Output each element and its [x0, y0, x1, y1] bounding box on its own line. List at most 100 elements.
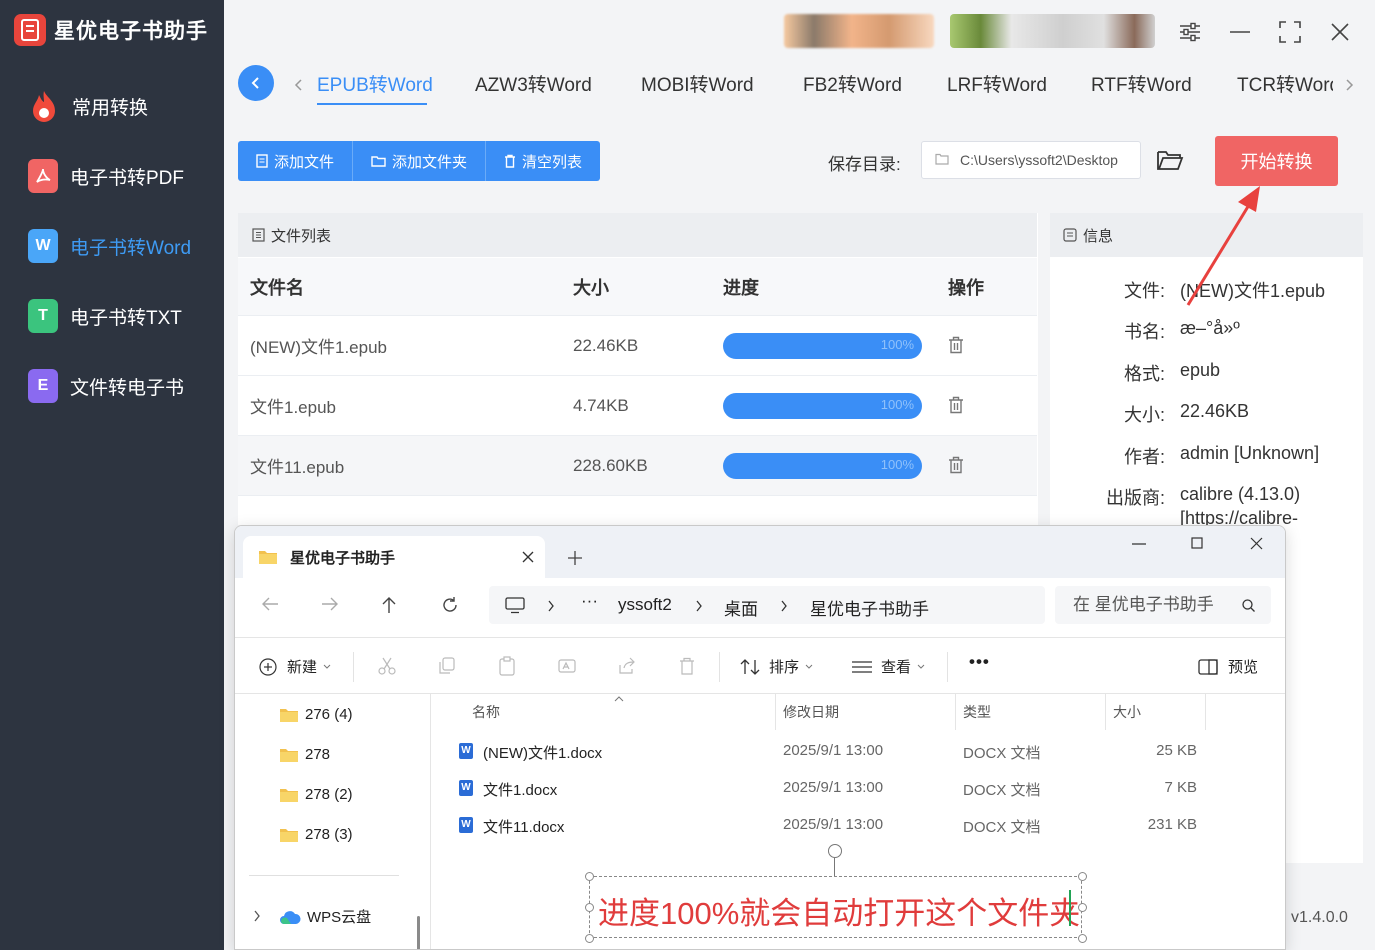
copy-icon[interactable]: [437, 656, 457, 676]
breadcrumb-current[interactable]: 星优电子书助手: [810, 595, 929, 620]
blurred-user-info: [950, 14, 1155, 48]
resize-handle[interactable]: [585, 934, 594, 943]
rotate-handle[interactable]: [828, 844, 842, 858]
settings-icon[interactable]: [1174, 16, 1206, 48]
tab-azw3-word[interactable]: AZW3转Word: [475, 70, 592, 97]
column-header-date[interactable]: 修改日期: [783, 702, 839, 722]
tree-item-label: 278: [305, 746, 331, 763]
close-icon[interactable]: [1250, 537, 1263, 550]
info-value: epub: [1180, 360, 1221, 380]
resize-handle[interactable]: [1078, 934, 1087, 943]
column-header-name[interactable]: 名称: [472, 702, 500, 722]
address-bar[interactable]: ··· yssoft2 桌面 星优电子书助手: [489, 586, 1045, 624]
tree-item-folder[interactable]: 278 (3): [279, 826, 353, 843]
tab-mobi-word[interactable]: MOBI转Word: [641, 70, 754, 97]
view-button[interactable]: 查看: [851, 656, 925, 677]
annotation-text[interactable]: 进度100%就会自动打开这个文件夹: [598, 888, 1080, 933]
table-row[interactable]: 文件11.epub 228.60KB 100%: [238, 436, 1037, 496]
trash-icon[interactable]: [948, 396, 964, 414]
back-button[interactable]: [238, 65, 274, 101]
explorer-tab[interactable]: 星优电子书助手: [243, 536, 545, 578]
add-file-button[interactable]: 添加文件: [238, 141, 354, 181]
close-icon[interactable]: [1324, 16, 1356, 48]
folder-icon: [280, 828, 298, 842]
arrow-left-icon[interactable]: [261, 596, 279, 612]
explorer-search-input[interactable]: 在 星优电子书助手: [1055, 586, 1271, 624]
new-button[interactable]: 新建: [259, 656, 331, 677]
open-folder-icon[interactable]: [1156, 148, 1184, 172]
fire-icon: [28, 88, 60, 124]
tree-item-folder[interactable]: 278: [279, 746, 330, 763]
table-row[interactable]: (NEW)文件1.epub 22.46KB 100%: [238, 316, 1037, 376]
list-item[interactable]: W 文件1.docx 2025/9/1 13:00 DOCX 文档 7 KB: [431, 770, 1285, 806]
arrow-annotation: [1186, 186, 1260, 306]
list-item[interactable]: W 文件11.docx 2025/9/1 13:00 DOCX 文档 231 K…: [431, 807, 1285, 843]
progress-text: 100%: [880, 457, 914, 472]
sidebar-item-label: 常用转换: [72, 97, 149, 119]
arrow-right-icon[interactable]: [321, 596, 339, 612]
start-convert-button[interactable]: 开始转换: [1215, 136, 1338, 186]
tab-lrf-word[interactable]: LRF转Word: [947, 70, 1047, 97]
resize-handle[interactable]: [585, 903, 594, 912]
more-crumbs-icon[interactable]: ···: [581, 591, 598, 611]
new-tab-icon[interactable]: [568, 551, 582, 565]
save-dir-input[interactable]: C:\Users\yssoft2\Desktop: [921, 141, 1141, 179]
sidebar-item-pdf[interactable]: 电子书转PDF: [28, 156, 184, 196]
resize-handle[interactable]: [1078, 872, 1087, 881]
sidebar-item-txt[interactable]: T 电子书转TXT: [28, 296, 182, 336]
preview-button[interactable]: 预览: [1198, 656, 1258, 677]
paste-icon[interactable]: [497, 656, 517, 676]
sidebar-item-ebook[interactable]: E 文件转电子书: [28, 366, 184, 406]
search-placeholder: 在 星优电子书助手: [1073, 595, 1214, 614]
chevron-right-icon[interactable]: [1344, 78, 1354, 92]
tab-fb2-word[interactable]: FB2转Word: [803, 70, 902, 97]
app-title: 星优电子书助手: [54, 20, 208, 43]
navigation-pane: 276 (4) 278 278 (2) 278 (3) WPS云盘: [235, 694, 421, 949]
refresh-icon[interactable]: [441, 596, 459, 614]
file-size: 228.60KB: [573, 455, 648, 475]
chevron-left-icon[interactable]: [294, 78, 304, 92]
delete-icon[interactable]: [677, 656, 697, 676]
list-item[interactable]: W (NEW)文件1.docx 2025/9/1 13:00 DOCX 文档 2…: [431, 733, 1285, 769]
more-options-button[interactable]: •••: [969, 652, 990, 672]
sort-label: 排序: [769, 659, 800, 676]
maximize-icon[interactable]: [1191, 537, 1203, 549]
file-name: (NEW)文件1.docx: [483, 745, 603, 762]
close-tab-icon[interactable]: [522, 551, 534, 563]
tree-item-folder[interactable]: 278 (2): [279, 786, 353, 803]
tree-item-wps-cloud[interactable]: WPS云盘: [279, 906, 371, 927]
tab-tcr-word[interactable]: TCR转Word: [1237, 70, 1333, 97]
sidebar-item-common[interactable]: 常用转换: [28, 86, 148, 126]
sort-button[interactable]: 排序: [739, 656, 813, 677]
text-caret: [1069, 890, 1071, 926]
trash-icon[interactable]: [948, 336, 964, 354]
share-icon[interactable]: [617, 656, 637, 676]
resize-handle[interactable]: [585, 872, 594, 881]
minimize-icon[interactable]: [1224, 16, 1256, 48]
folder-icon: [280, 788, 298, 802]
txt-icon: T: [28, 299, 58, 333]
clear-list-button[interactable]: 清空列表: [486, 141, 600, 181]
tree-item-folder[interactable]: 276 (4): [279, 706, 353, 723]
minimize-icon[interactable]: [1132, 543, 1146, 545]
maximize-icon[interactable]: [1274, 16, 1306, 48]
column-header-type[interactable]: 类型: [963, 702, 991, 722]
scrollbar-thumb[interactable]: [417, 916, 420, 949]
tab-epub-word[interactable]: EPUB转Word: [317, 70, 433, 97]
tab-rtf-word[interactable]: RTF转Word: [1091, 70, 1192, 97]
table-row[interactable]: 文件1.epub 4.74KB 100%: [238, 376, 1037, 436]
chevron-right-icon[interactable]: [253, 910, 261, 922]
add-folder-button[interactable]: 添加文件夹: [353, 141, 487, 181]
trash-icon[interactable]: [948, 456, 964, 474]
cut-icon[interactable]: [377, 656, 397, 676]
computer-icon: [505, 597, 525, 614]
sidebar-item-word[interactable]: W 电子书转Word: [28, 226, 191, 266]
view-list-icon: [852, 660, 872, 673]
column-header-size[interactable]: 大小: [1113, 702, 1141, 722]
arrow-up-icon[interactable]: [381, 596, 397, 614]
rename-icon[interactable]: [557, 656, 577, 676]
breadcrumb-yssoft2[interactable]: yssoft2: [618, 595, 672, 615]
breadcrumb-desktop[interactable]: 桌面: [724, 595, 758, 620]
file-actions: 添加文件 添加文件夹 清空列表: [238, 141, 601, 181]
tree-divider: [249, 875, 399, 876]
